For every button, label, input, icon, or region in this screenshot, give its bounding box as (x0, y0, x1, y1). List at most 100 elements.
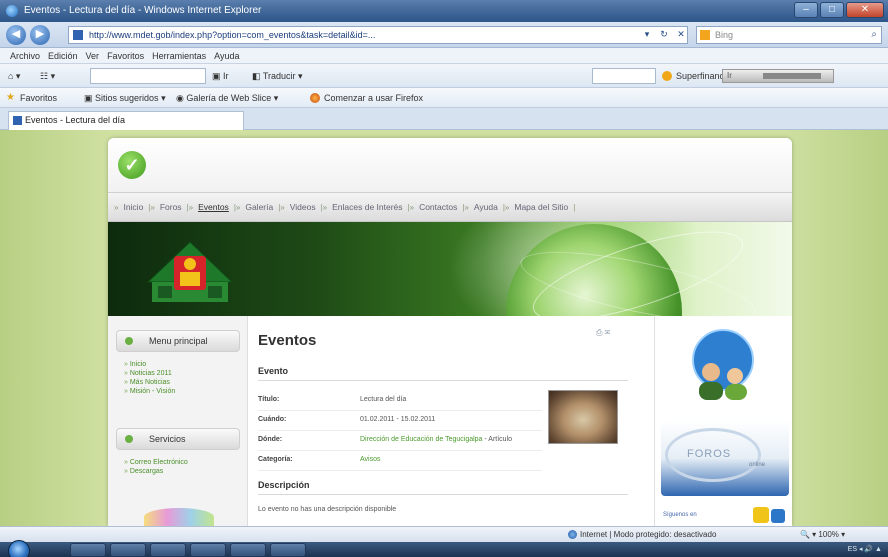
address-dropdown-icon[interactable]: ▾ (640, 26, 654, 42)
left-sidebar: Menu principal Inicio Noticias 2011 Más … (108, 316, 248, 526)
taskbar-app-button-3[interactable] (270, 543, 306, 557)
start-button-icon[interactable] (8, 540, 30, 557)
social-yellow-icon[interactable] (753, 507, 769, 523)
address-row: ◀ ▶ http://www.mdet.gob/index.php?option… (0, 22, 888, 48)
nav-enlaces[interactable]: Enlaces de Interés (327, 202, 407, 212)
menu-item-mision-vision[interactable]: Misión - Visión (124, 387, 175, 396)
taskbar-media-button[interactable] (150, 543, 186, 557)
tab-page-icon (13, 116, 22, 125)
maximize-button[interactable]: □ (820, 2, 844, 18)
menu-edicion[interactable]: Edición (48, 48, 78, 63)
value-titulo: Lectura del día (360, 396, 407, 403)
ie-logo-icon (6, 5, 18, 17)
label-titulo: Título: (258, 396, 280, 403)
value-donde[interactable]: Dirección de Educación de Tegucigalpa - … (360, 436, 512, 443)
taskbar-ie-button[interactable] (70, 543, 106, 557)
window-titlebar: Eventos - Lectura del día - Windows Inte… (0, 0, 888, 22)
nav-videos[interactable]: Videos (285, 202, 321, 212)
command-toolbar: ⌂ ▾ ☷ ▾ ▣ Ir ◧ Traducir ▾ Superfinancier… (0, 64, 888, 88)
taskbar-app-button-2[interactable] (230, 543, 266, 557)
status-bar: Internet | Modo protegido: desactivado 🔍… (0, 526, 888, 542)
search-input[interactable]: Bing ⌕ (696, 26, 882, 44)
nav-galeria[interactable]: Galería (240, 202, 278, 212)
internet-zone-icon (568, 530, 577, 539)
foros-banner[interactable]: FOROS online (661, 420, 789, 496)
community-people-icon[interactable] (683, 326, 763, 406)
menu-item-inicio[interactable]: Inicio (124, 360, 175, 369)
main-content: Eventos ⎙ ✉ Evento Título: Lectura del d… (248, 316, 654, 526)
tab-eventos[interactable]: Eventos - Lectura del día (8, 111, 244, 130)
menu-archivo[interactable]: Archivo (10, 48, 40, 63)
address-tools: ▾ ↻ ✕ (640, 26, 688, 42)
back-button[interactable]: ◀ (6, 25, 26, 45)
menu-item-correo[interactable]: Correo Electrónico (124, 458, 188, 467)
favorites-bar: ★ Favoritos ▣ Sitios sugeridos ▾ ◉ Galer… (0, 88, 888, 108)
site-banner (108, 222, 792, 316)
address-url: http://www.mdet.gob/index.php?option=com… (89, 30, 376, 40)
foros-subtext: online (749, 462, 766, 468)
value-cuando: 01.02.2011 - 15.02.2011 (360, 416, 436, 423)
foros-text: FOROS (687, 448, 732, 460)
fav-sitios-sugeridos[interactable]: ▣ Sitios sugeridos ▾ (84, 88, 166, 108)
print-email-icons[interactable]: ⎙ ✉ (596, 328, 610, 338)
menu-principal-header: Menu principal (116, 330, 240, 352)
social-badges: Síguenos en (663, 506, 791, 524)
section-rule-2 (258, 494, 628, 495)
toolbar-go-button[interactable]: ▣ Ir (212, 68, 229, 84)
menu-item-noticias-2011[interactable]: Noticias 2011 (124, 369, 175, 378)
social-blue-icon[interactable] (771, 509, 785, 523)
page-title: Eventos (258, 332, 317, 349)
section-descripcion: Descripción (258, 480, 310, 490)
stop-icon[interactable]: ✕ (674, 26, 688, 42)
servicios-header: Servicios (116, 428, 240, 450)
taskbar-app-button[interactable] (190, 543, 226, 557)
menu-favoritos[interactable]: Favoritos (107, 48, 144, 63)
toolbar-feeds-icon[interactable]: ☷ ▾ (40, 68, 55, 84)
right-sidebar: FOROS online Síguenos en (654, 316, 792, 526)
minimize-button[interactable]: – (794, 2, 818, 18)
menu-herramientas[interactable]: Herramientas (152, 48, 206, 63)
event-thumbnail-image[interactable] (548, 390, 618, 444)
favorites-star-icon: ★ (6, 92, 15, 103)
nav-mapa[interactable]: Mapa del Sitio (509, 202, 573, 212)
menu-item-descargas[interactable]: Descargas (124, 467, 188, 476)
nav-inicio[interactable]: Inicio (118, 202, 148, 212)
nav-foros[interactable]: Foros (155, 202, 187, 212)
address-field[interactable]: http://www.mdet.gob/index.php?option=com… (68, 26, 688, 44)
social-label: Síguenos en (663, 512, 697, 518)
forward-button[interactable]: ▶ (30, 25, 50, 45)
check-logo-icon[interactable]: ✓ (118, 151, 146, 179)
menu-ayuda[interactable]: Ayuda (214, 48, 239, 63)
security-zone[interactable]: Internet | Modo protegido: desactivado (568, 527, 716, 542)
favorites-label[interactable]: Favoritos (20, 88, 57, 108)
windows-taskbar: ES ◂ 🔊 ▲ (0, 540, 888, 557)
menu-ver[interactable]: Ver (86, 48, 100, 63)
toolbar-search-field[interactable] (90, 68, 206, 84)
value-categoria[interactable]: Avisos (360, 456, 381, 463)
menu-bar: Archivo Edición Ver Favoritos Herramient… (0, 48, 888, 64)
fav-web-slice[interactable]: ◉ Galería de Web Slice ▾ (176, 88, 278, 108)
msn-icon (662, 71, 672, 81)
search-icon[interactable]: ⌕ (871, 27, 877, 43)
site-nav: » Inicio |» Foros |» Eventos |» Galería … (108, 192, 792, 222)
nav-eventos[interactable]: Eventos (193, 202, 234, 212)
toolbar-home-icon[interactable]: ⌂ ▾ (8, 68, 20, 84)
servicios-list: Correo Electrónico Descargas (124, 458, 188, 476)
fav-firefox[interactable]: Comenzar a usar Firefox (324, 88, 423, 108)
menu-item-mas-noticias[interactable]: Más Noticias (124, 378, 175, 387)
close-button[interactable]: ✕ (846, 2, 884, 18)
label-donde: Dónde: (258, 436, 283, 443)
decorative-graphic (144, 508, 214, 526)
zoom-level[interactable]: 🔍 ▾ 100% ▾ (800, 527, 845, 542)
refresh-icon[interactable]: ↻ (657, 26, 671, 42)
nav-contactos[interactable]: Contactos (414, 202, 462, 212)
label-categoria: Categoría: (258, 456, 293, 463)
institution-emblem-icon (146, 241, 234, 302)
nav-ayuda[interactable]: Ayuda (469, 202, 503, 212)
taskbar-explorer-button[interactable] (110, 543, 146, 557)
window-controls: – □ ✕ (794, 2, 884, 18)
system-tray[interactable]: ES ◂ 🔊 ▲ (706, 543, 886, 557)
toolbar-translate-button[interactable]: ◧ Traducir ▾ (252, 68, 303, 84)
toolbar-right-field[interactable] (592, 68, 656, 84)
toolbar-dropdown[interactable]: Ir (722, 69, 834, 83)
